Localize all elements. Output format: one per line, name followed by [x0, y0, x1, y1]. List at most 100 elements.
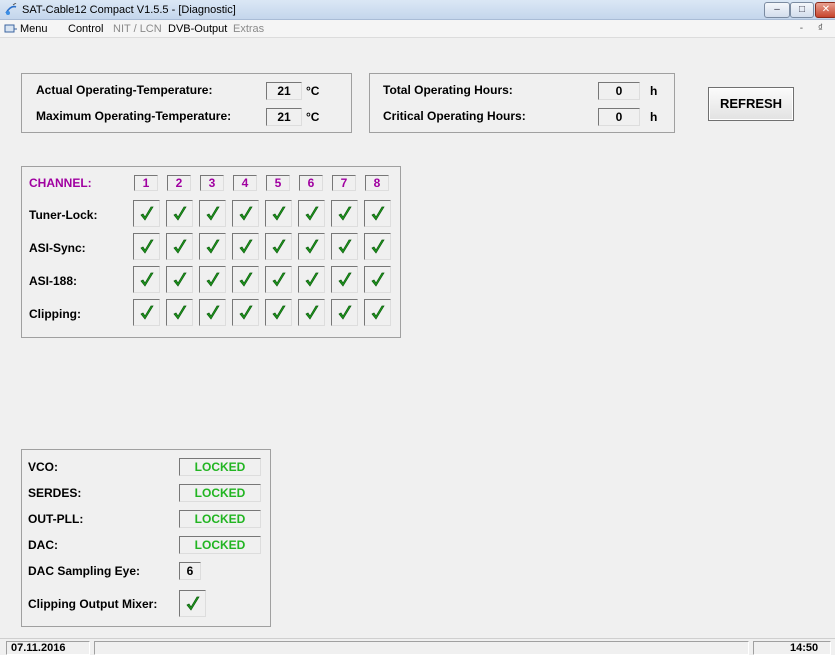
asi-188-checkbox-ch3 — [199, 266, 226, 293]
critical-hours-label: Critical Operating Hours: — [383, 109, 526, 123]
checkmark-icon — [272, 305, 286, 320]
asi-sync-checkbox-ch3 — [199, 233, 226, 260]
menu-item-extras[interactable]: Extras — [233, 23, 264, 35]
clipping-checkbox-ch1 — [133, 299, 160, 326]
app-satellite-icon — [5, 3, 17, 15]
checkmark-icon — [173, 272, 187, 287]
asi-sync-checkbox-ch5 — [265, 233, 292, 260]
close-button[interactable]: ✕ — [815, 2, 835, 18]
checkmark-icon — [239, 272, 253, 287]
asi-188-checkbox-ch5 — [265, 266, 292, 293]
tuner-lock-checkbox-ch4 — [232, 200, 259, 227]
total-hours-value: 0 — [598, 82, 640, 100]
clipping-checkbox-ch5 — [265, 299, 292, 326]
checkmark-icon — [371, 305, 385, 320]
dac-sampling-eye-value: 6 — [179, 562, 201, 580]
clipping-checkbox-ch8 — [364, 299, 391, 326]
status-message — [94, 641, 749, 655]
asi-sync-checkbox-ch2 — [166, 233, 193, 260]
menu-item-menu[interactable]: Menu — [20, 23, 48, 35]
checkmark-icon — [272, 206, 286, 221]
channel-header-label: CHANNEL: — [29, 176, 92, 190]
mdi-app-icon[interactable] — [4, 23, 18, 35]
tuner-lock-checkbox-ch8 — [364, 200, 391, 227]
minimize-button[interactable]: – — [764, 2, 790, 18]
tuner-lock-checkbox-ch1 — [133, 200, 160, 227]
asi-188-checkbox-ch2 — [166, 266, 193, 293]
pll-status-panel: VCO: LOCKED SERDES: LOCKED OUT-PLL: LOCK… — [21, 449, 271, 627]
asi-sync-checkbox-ch4 — [232, 233, 259, 260]
checkmark-icon — [206, 206, 220, 221]
clipping-output-mixer-checkbox — [179, 590, 206, 617]
menu-bar: Menu Control NIT / LCN DVB-Output Extras… — [0, 20, 835, 38]
actual-temperature-value: 21 — [266, 82, 302, 100]
tuner-lock-checkbox-ch6 — [298, 200, 325, 227]
tuner-lock-checkbox-ch7 — [331, 200, 358, 227]
checkmark-icon — [140, 305, 154, 320]
channel-number-7: 7 — [332, 175, 356, 191]
channel-number-6: 6 — [299, 175, 323, 191]
menu-item-nit-lcn[interactable]: NIT / LCN — [113, 23, 162, 35]
checkmark-icon — [305, 239, 319, 254]
critical-hours-unit: h — [650, 110, 658, 124]
channel-number-4: 4 — [233, 175, 257, 191]
checkmark-icon — [305, 272, 319, 287]
status-bar: 07.11.2016 14:50 — [0, 638, 835, 655]
operating-hours-panel: Total Operating Hours: 0 h Critical Oper… — [369, 73, 675, 133]
menu-item-control[interactable]: Control — [68, 23, 103, 35]
serdes-status-value: LOCKED — [179, 484, 261, 502]
refresh-button[interactable]: REFRESH — [708, 87, 794, 121]
checkmark-icon — [371, 272, 385, 287]
asi-sync-label: ASI-Sync: — [29, 241, 86, 255]
channel-number-5: 5 — [266, 175, 290, 191]
status-date: 07.11.2016 — [6, 641, 90, 655]
asi-188-checkbox-ch8 — [364, 266, 391, 293]
clipping-checkbox-ch4 — [232, 299, 259, 326]
channel-status-panel: CHANNEL: Tuner-Lock: ASI-Sync: ASI-188: … — [21, 166, 401, 338]
clipping-checkbox-ch2 — [166, 299, 193, 326]
checkmark-icon — [305, 305, 319, 320]
asi-sync-checkbox-ch6 — [298, 233, 325, 260]
asi-188-checkbox-ch4 — [232, 266, 259, 293]
clipping-checkbox-ch3 — [199, 299, 226, 326]
mdi-window-controls[interactable]: - ₫ — [800, 23, 829, 34]
dac-status-value: LOCKED — [179, 536, 261, 554]
checkmark-icon — [140, 272, 154, 287]
channel-number-8: 8 — [365, 175, 389, 191]
window-title: SAT-Cable12 Compact V1.5.5 - [Diagnostic… — [22, 4, 236, 16]
checkmark-icon — [338, 239, 352, 254]
serdes-label: SERDES: — [28, 486, 82, 500]
dac-sampling-eye-label: DAC Sampling Eye: — [28, 564, 141, 578]
asi-sync-checkbox-ch8 — [364, 233, 391, 260]
asi-188-checkbox-ch1 — [133, 266, 160, 293]
checkmark-icon — [186, 596, 200, 611]
checkmark-icon — [173, 305, 187, 320]
clipping-checkbox-ch7 — [331, 299, 358, 326]
critical-hours-value: 0 — [598, 108, 640, 126]
checkmark-icon — [206, 272, 220, 287]
tuner-lock-checkbox-ch5 — [265, 200, 292, 227]
checkmark-icon — [371, 206, 385, 221]
out-pll-label: OUT-PLL: — [28, 512, 84, 526]
menu-item-dvb-output[interactable]: DVB-Output — [168, 23, 227, 35]
checkmark-icon — [371, 239, 385, 254]
checkmark-icon — [239, 206, 253, 221]
title-bar: SAT-Cable12 Compact V1.5.5 - [Diagnostic… — [0, 0, 835, 20]
asi-188-checkbox-ch6 — [298, 266, 325, 293]
checkmark-icon — [239, 239, 253, 254]
tuner-lock-label: Tuner-Lock: — [29, 208, 98, 222]
max-temperature-unit: °C — [306, 110, 320, 124]
channel-number-1: 1 — [134, 175, 158, 191]
checkmark-icon — [239, 305, 253, 320]
total-hours-label: Total Operating Hours: — [383, 83, 513, 97]
tuner-lock-checkbox-ch2 — [166, 200, 193, 227]
maximize-button[interactable]: □ — [790, 2, 814, 18]
checkmark-icon — [206, 239, 220, 254]
checkmark-icon — [272, 239, 286, 254]
checkmark-icon — [206, 305, 220, 320]
max-temperature-value: 21 — [266, 108, 302, 126]
channel-number-3: 3 — [200, 175, 224, 191]
checkmark-icon — [338, 206, 352, 221]
checkmark-icon — [338, 272, 352, 287]
actual-temperature-unit: °C — [306, 84, 320, 98]
